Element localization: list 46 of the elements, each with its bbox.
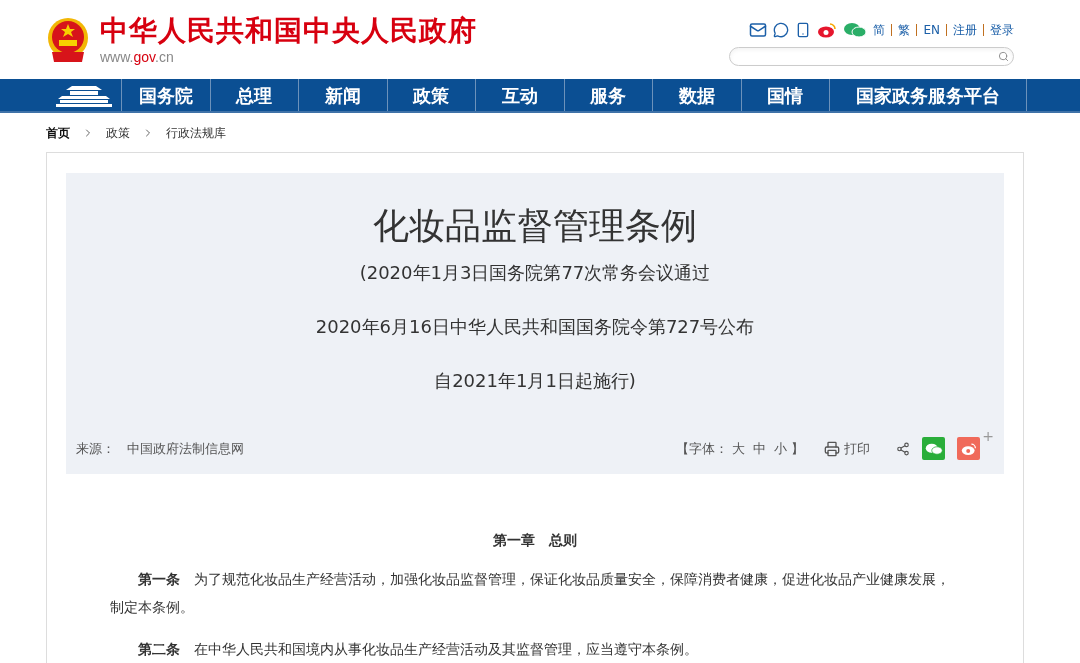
breadcrumb-link[interactable]: 行政法规库 <box>166 123 226 142</box>
font-size-label: 【字体： <box>676 439 729 458</box>
breadcrumb-link[interactable]: 首页 <box>46 123 70 142</box>
weibo-icon[interactable] <box>817 22 838 39</box>
article-title: 化妆品监督管理条例 <box>373 204 697 248</box>
nav-tab[interactable]: 国务院 <box>122 79 211 112</box>
article-subtitle: 自2021年1月1日起施行) <box>434 369 636 393</box>
site-url: www.gov.cn <box>100 47 175 66</box>
header-link[interactable]: 登录 <box>990 21 1014 40</box>
font-size-option[interactable]: 中 <box>753 438 767 459</box>
nav-tab[interactable]: 互动 <box>476 79 565 112</box>
search-icon[interactable] <box>998 51 1009 63</box>
site-title: 中华人民共和国中央人民政府 <box>100 13 477 48</box>
nav-tab[interactable]: 国家政务服务平台 <box>830 79 1027 112</box>
share-icon[interactable] <box>896 441 911 456</box>
nav-tab[interactable]: 总理 <box>210 79 299 112</box>
article-paragraph: 第一条 为了规范化妆品生产经营活动，加强化妆品监督管理，保证化妆品质量安全，保障消费者健康，促进化妆品产业健康发展，制定本条例。 <box>110 570 951 617</box>
chat-icon[interactable] <box>773 22 790 39</box>
article-subtitle: 2020年6月16日中华人民共和国国务院令第727号公布 <box>315 315 755 339</box>
national-emblem-icon <box>46 15 90 64</box>
nav-tab[interactable]: 国情 <box>741 79 830 112</box>
source-label: 来源： <box>76 439 115 458</box>
nav-tab[interactable]: 服务 <box>564 79 653 112</box>
nav-tab[interactable]: 政策 <box>387 79 476 112</box>
wechat-icon[interactable] <box>843 22 868 39</box>
article-paragraph: 第二条 在中华人民共和国境内从事化妆品生产经营活动及其监督管理，应当遵守本条例。 <box>137 640 699 659</box>
header-link[interactable]: 繁 <box>898 21 911 40</box>
printer-icon <box>824 440 841 457</box>
header-link[interactable]: 注册 <box>953 21 977 40</box>
breadcrumb-link[interactable]: 政策 <box>106 123 130 142</box>
mail-icon[interactable] <box>749 21 768 40</box>
print-link[interactable]: 打印 <box>824 438 871 459</box>
font-size-bracket: 】 <box>791 439 805 458</box>
wechat-share-button[interactable] <box>922 437 946 460</box>
nav-tab[interactable]: 数据 <box>653 79 742 112</box>
header-link[interactable]: 简 <box>873 21 886 40</box>
article-subtitle: (2020年1月3日国务院第77次常务会议通过 <box>359 261 711 285</box>
header-link[interactable]: EN <box>923 21 940 40</box>
font-size-option[interactable]: 小 <box>774 438 788 459</box>
wechat-icon <box>924 441 943 456</box>
weibo-share-button[interactable] <box>957 437 981 460</box>
font-size-option[interactable]: 大 <box>732 438 746 459</box>
nav-tab[interactable]: 新闻 <box>299 79 388 112</box>
weibo-icon <box>960 441 977 456</box>
source-name: 中国政府法制信息网 <box>127 439 244 458</box>
chapter-heading: 第一章 总则 <box>492 531 578 550</box>
